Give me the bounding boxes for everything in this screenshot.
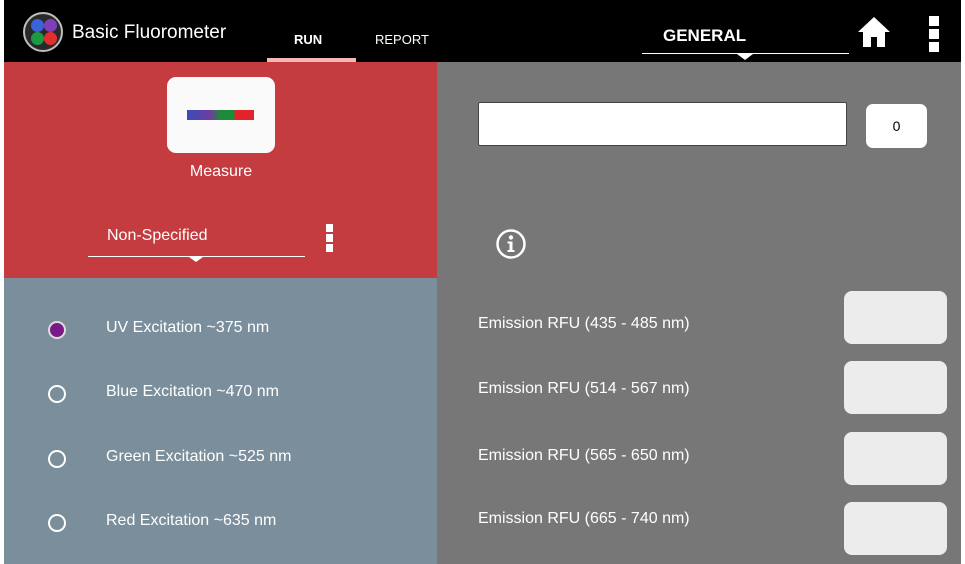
measure-button[interactable] — [167, 77, 275, 153]
emission-label: Emission RFU (565 - 650 nm) — [478, 447, 690, 464]
emission-value-box[interactable] — [844, 502, 947, 555]
emission-label: Emission RFU (514 - 567 nm) — [478, 380, 690, 397]
radio-button-selected[interactable] — [48, 321, 66, 339]
emission-value-box[interactable] — [844, 291, 947, 344]
emission-value-box[interactable] — [844, 361, 947, 414]
emission-row: Emission RFU (514 - 567 nm) — [478, 380, 690, 410]
radio-button[interactable] — [48, 514, 66, 532]
app-title: Basic Fluorometer — [72, 22, 227, 43]
chevron-down-icon[interactable] — [737, 54, 753, 60]
emission-row: Emission RFU (665 - 740 nm) — [478, 510, 690, 540]
measure-label: Measure — [189, 163, 253, 180]
emission-row: Emission RFU (435 - 485 nm) — [478, 315, 690, 345]
tab-report[interactable]: REPORT — [375, 32, 429, 47]
sample-count-button[interactable]: 0 — [866, 104, 927, 148]
excitation-label: Blue Excitation ~470 nm — [106, 383, 279, 400]
more-vert-icon[interactable] — [326, 224, 334, 254]
radio-button[interactable] — [48, 385, 66, 403]
tab-run[interactable]: RUN — [294, 32, 322, 47]
more-vert-icon[interactable] — [929, 16, 939, 52]
emission-label: Emission RFU (665 - 740 nm) — [478, 510, 690, 527]
emission-row: Emission RFU (565 - 650 nm) — [478, 447, 690, 477]
chevron-down-icon[interactable] — [189, 257, 203, 262]
emission-value-box[interactable] — [844, 432, 947, 485]
home-icon[interactable] — [856, 15, 892, 49]
top-bar: Basic Fluorometer RUN REPORT GENERAL — [4, 0, 961, 62]
info-icon[interactable] — [495, 228, 527, 260]
measure-panel: Measure Non-Specified — [4, 62, 437, 278]
excitation-label: UV Excitation ~375 nm — [106, 319, 270, 336]
results-panel: 0 Emission RFU (435 - 485 nm) Emission R… — [437, 62, 961, 564]
profile-dropdown[interactable]: Non-Specified — [88, 220, 305, 262]
spectrum-icon — [187, 110, 254, 120]
emission-label: Emission RFU (435 - 485 nm) — [478, 315, 690, 332]
sample-name-input[interactable] — [478, 102, 847, 146]
app-logo-icon — [23, 12, 63, 52]
excitation-label: Red Excitation ~635 nm — [106, 512, 277, 529]
excitation-label: Green Excitation ~525 nm — [106, 448, 292, 465]
mode-dropdown[interactable]: GENERAL — [663, 26, 746, 46]
profile-selected-value: Non-Specified — [107, 227, 208, 244]
radio-button[interactable] — [48, 450, 66, 468]
app-frame: Basic Fluorometer RUN REPORT GENERAL Mea… — [4, 0, 961, 564]
excitation-panel: UV Excitation ~375 nm Blue Excitation ~4… — [4, 278, 437, 564]
